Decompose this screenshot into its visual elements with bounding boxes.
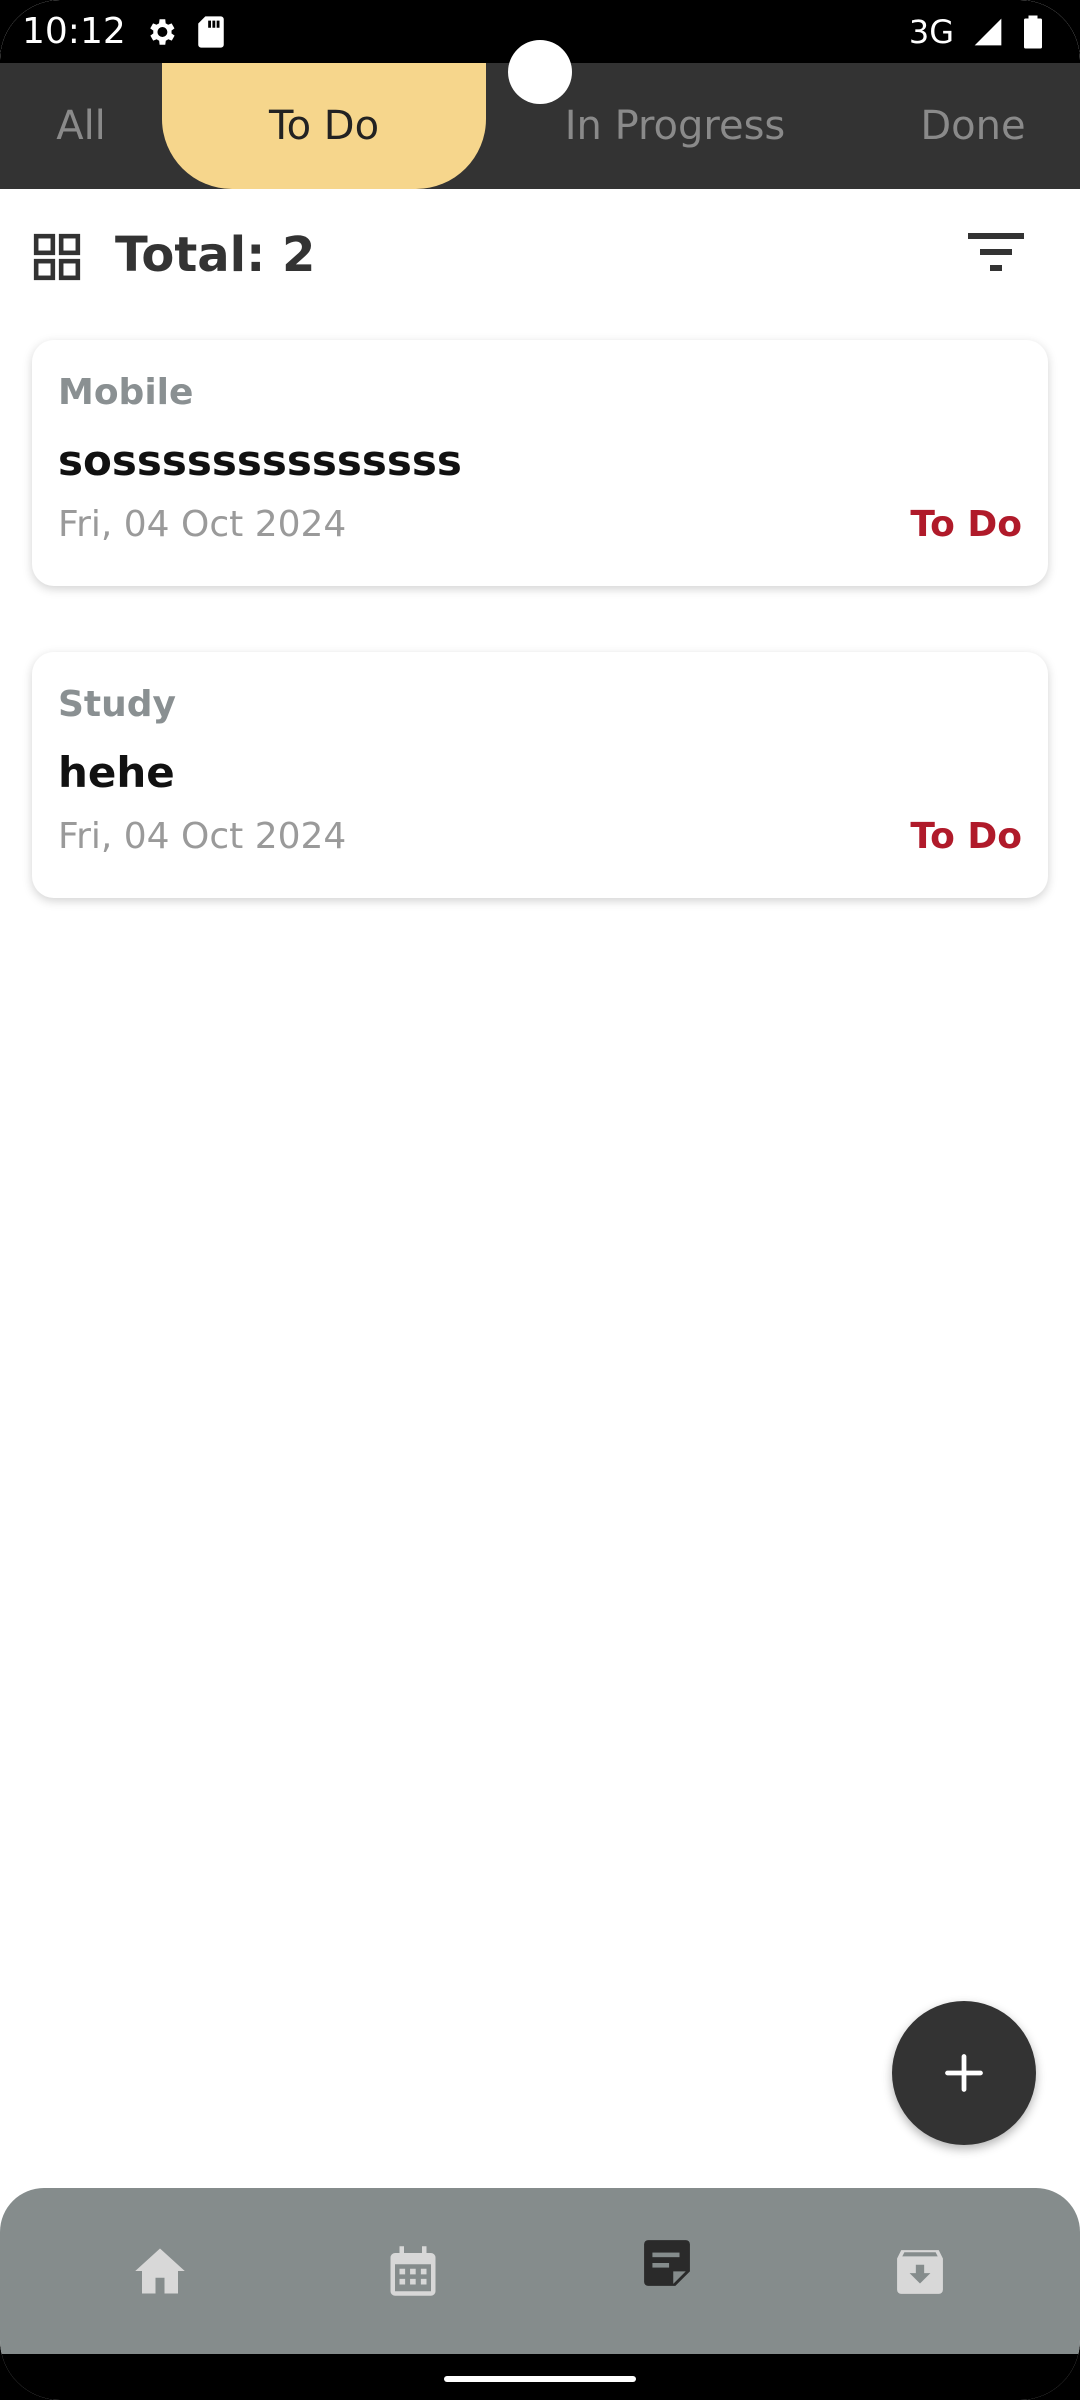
- grid-view-icon[interactable]: [32, 232, 82, 282]
- total-count: Total: 2: [115, 227, 316, 283]
- network-type: 3G: [908, 12, 954, 51]
- calendar-icon: [390, 2246, 436, 2296]
- tab-all[interactable]: All: [20, 63, 142, 189]
- nav-home[interactable]: [90, 2188, 230, 2354]
- status-time: 10:12: [22, 11, 126, 52]
- plus-icon: [945, 2054, 983, 2092]
- tab-in-progress[interactable]: In Progress: [530, 63, 820, 189]
- status-left: 10:12: [22, 11, 226, 52]
- add-task-button[interactable]: [892, 2001, 1036, 2145]
- gesture-area: [0, 2354, 1080, 2400]
- task-title: hehe: [58, 748, 175, 797]
- task-status: To Do: [910, 816, 1022, 857]
- list-header: Total: 2: [0, 189, 1080, 324]
- task-card[interactable]: Study hehe Fri, 04 Oct 2024 To Do: [32, 652, 1048, 898]
- home-icon: [135, 2248, 185, 2294]
- nav-notes[interactable]: [597, 2188, 737, 2354]
- home-gesture-bar[interactable]: [444, 2376, 636, 2382]
- task-category: Study: [58, 684, 177, 725]
- notes-icon: [644, 2240, 690, 2286]
- task-status: To Do: [910, 504, 1022, 545]
- tab-to-do[interactable]: To Do: [162, 63, 486, 189]
- nav-calendar[interactable]: [343, 2188, 483, 2354]
- nav-archive[interactable]: [850, 2188, 990, 2354]
- status-right: 3G: [909, 13, 1044, 51]
- task-date: Fri, 04 Oct 2024: [58, 504, 347, 545]
- task-card[interactable]: Mobile sossssssssssssss Fri, 04 Oct 2024…: [32, 340, 1048, 586]
- archive-icon: [897, 2250, 943, 2294]
- filter-icon[interactable]: [968, 231, 1024, 275]
- camera-cutout: [508, 40, 572, 104]
- sd-card-icon: [198, 15, 224, 48]
- battery-icon: [1024, 15, 1042, 48]
- signal-icon: [974, 18, 1002, 45]
- screen: 10:12 3G All To Do In Progress Done Tota…: [0, 0, 1080, 2400]
- task-date: Fri, 04 Oct 2024: [58, 816, 347, 857]
- bottom-nav: [0, 2188, 1080, 2354]
- settings-icon: [149, 18, 175, 45]
- task-title: sossssssssssssss: [58, 436, 462, 485]
- task-category: Mobile: [58, 372, 194, 413]
- tab-done[interactable]: Done: [890, 63, 1056, 189]
